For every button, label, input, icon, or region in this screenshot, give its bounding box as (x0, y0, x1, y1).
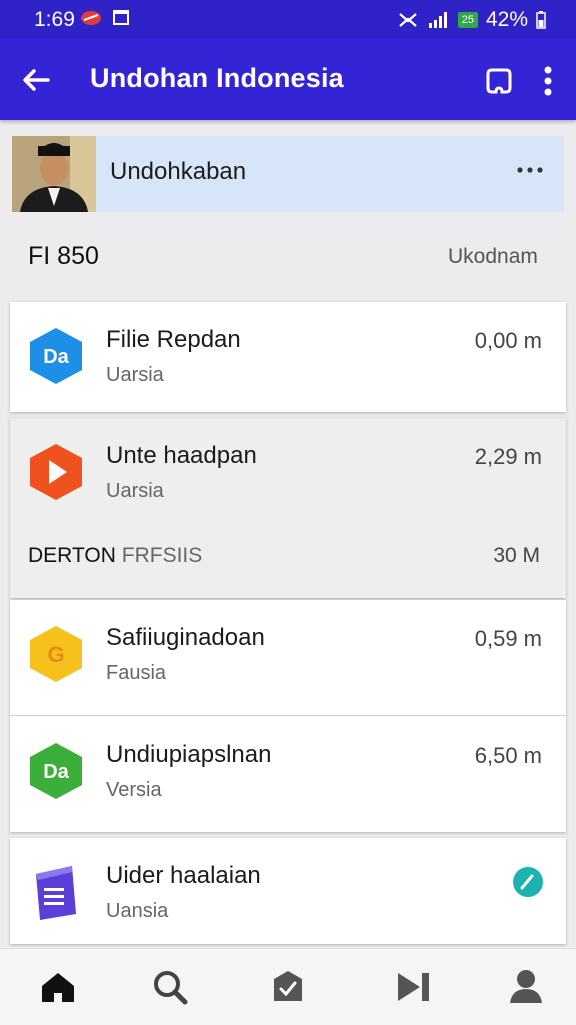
profile-icon[interactable] (506, 967, 546, 1007)
home-icon[interactable] (38, 967, 78, 1007)
document-purple-icon (36, 866, 76, 920)
status-right: 25 42% (396, 8, 546, 32)
item-subtitle: Uarsia (106, 480, 164, 502)
edit-check-icon[interactable] (512, 866, 544, 898)
item-title: Unte haadpan (106, 442, 257, 469)
bottom-navigation (0, 948, 576, 1025)
item-title: Filie Repdan (106, 326, 241, 353)
item-subtitle: Versia (106, 779, 162, 801)
network-badge: 25 (457, 12, 478, 28)
app-card: G Safiiuginadoan Fausia 0,59 m Da Undiup… (10, 600, 566, 832)
da-blue-hexagon-icon: Da (30, 328, 82, 384)
play-orange-hexagon-icon (30, 444, 82, 500)
list-item[interactable]: Da Undiupiapslnan Versia 6,50 m (10, 717, 566, 831)
list-item[interactable]: Unte haadpan Uarsia 2,29 m (10, 418, 566, 528)
item-size: 2,29 m (474, 444, 542, 469)
profile-name: Undohkaban (110, 158, 247, 185)
profile-banner[interactable]: Undohkaban (12, 136, 564, 212)
item-size: 6,50 m (474, 743, 542, 768)
status-bar: 1:69 25 42% (0, 0, 576, 38)
calendar-icon (113, 10, 129, 25)
svg-text:Da: Da (43, 761, 69, 783)
avatar-image (12, 136, 96, 212)
section2-label: DERTON FRFSIIS (28, 544, 203, 567)
item-subtitle: Uarsia (106, 364, 164, 386)
page-title: Undohan Indonesia (90, 63, 344, 93)
more-horiz-icon[interactable] (512, 158, 548, 182)
divider (10, 715, 566, 716)
section-header: DERTON FRFSIIS 30 M (10, 536, 566, 596)
item-title: Safiiuginadoan (106, 624, 265, 651)
item-title: Uider haalaian (106, 862, 261, 889)
app-bar: Undohan Indonesia (0, 38, 576, 120)
item-subtitle: Fausia (106, 662, 167, 684)
battery-text: 42% (485, 8, 528, 31)
signal-icon (428, 12, 447, 28)
battery-icon (536, 11, 546, 29)
notification-icon (81, 11, 101, 25)
item-subtitle: Uansia (106, 900, 169, 922)
g-yellow-hexagon-icon: G (30, 626, 82, 682)
list-item[interactable]: Uider haalaian Uansia (10, 838, 566, 944)
list-item[interactable]: Da Filie Repdan Uarsia 0,00 m (10, 302, 566, 412)
status-time: 1:69 (34, 8, 75, 31)
section-right-label: Ukodnam (448, 245, 538, 268)
inbox-check-icon[interactable] (268, 967, 308, 1007)
app-card: Uider haalaian Uansia (10, 838, 566, 944)
app-card: Unte haadpan Uarsia 2,29 m DERTON FRFSII… (10, 418, 566, 598)
svg-text:G: G (47, 642, 64, 667)
da-green-hexagon-icon: Da (30, 743, 82, 799)
app-card: Da Filie Repdan Uarsia 0,00 m (10, 302, 566, 412)
skip-next-icon[interactable] (394, 967, 434, 1007)
list-item[interactable]: G Safiiuginadoan Fausia 0,59 m (10, 600, 566, 714)
section-label: FI 850 (28, 242, 99, 270)
cast-icon[interactable] (482, 64, 516, 98)
svg-text:Da: Da (43, 346, 69, 368)
section2-size: 30 M (493, 544, 540, 567)
back-arrow-icon[interactable] (16, 60, 56, 100)
item-size: 0,59 m (474, 626, 542, 651)
data-sync-icon (398, 13, 417, 27)
avatar (12, 136, 96, 212)
search-icon[interactable] (150, 967, 190, 1007)
item-title: Undiupiapslnan (106, 741, 272, 768)
more-vert-icon[interactable] (534, 62, 562, 100)
item-size: 0,00 m (474, 328, 542, 353)
